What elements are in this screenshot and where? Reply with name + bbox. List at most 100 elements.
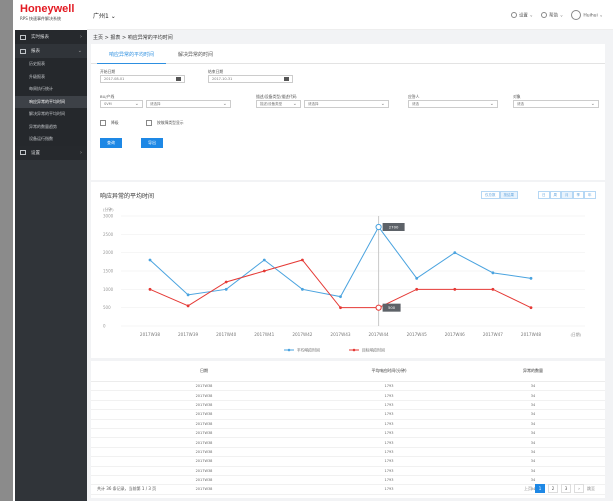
x-tick-label: 2017W42 — [292, 332, 312, 337]
data-point — [491, 271, 495, 275]
toggle-by-result[interactable]: 按结果 — [499, 191, 518, 199]
table-cell: 1793 — [384, 459, 394, 464]
query-button[interactable]: 查询 — [100, 138, 122, 148]
legend-label-1: 目标响应时间 — [362, 348, 385, 353]
period-day[interactable]: 日 — [538, 191, 550, 199]
table-cell: 34 — [530, 431, 536, 436]
checkbox-box[interactable] — [100, 120, 106, 126]
report-tabs: 响应异常的平均时间 解决异常的时间 — [91, 44, 605, 64]
table-row: 2017W38 1793 34 — [91, 391, 605, 401]
station-type-value: 描述/设备类型 — [260, 101, 283, 106]
table-cell: 2017W38 — [195, 412, 213, 417]
station-type-select[interactable]: 描述/设备类型 ⌄ — [256, 100, 301, 108]
record-summary: 共计 36 条记录，当前第 1 / 3 页 — [97, 486, 157, 491]
object-select[interactable]: 请选 ⌄ — [513, 100, 599, 108]
line-chart: (分钟) 0 500 1000 1500 2000 2500 3000 2017W38 2017W… — [103, 207, 585, 353]
table-cell: 34 — [530, 384, 536, 389]
period-month[interactable]: 月 — [561, 191, 573, 199]
x-tick-label: 2017W46 — [445, 332, 465, 337]
site-selector[interactable]: 广州1 ⌄ — [93, 11, 116, 20]
reports-submenu: 历史报表 升级报表 每周执行统计 响应异常的平均时间 解决异常的平均时间 异常的… — [15, 58, 87, 146]
submenu-item[interactable]: 设备运行指数 — [15, 133, 87, 146]
help-menu[interactable]: 帮助 ⌄ — [541, 11, 563, 18]
data-point — [415, 287, 419, 291]
submenu-item[interactable]: 解决异常的平均时间 — [15, 108, 87, 121]
sidebar-item-label: 设置 — [31, 150, 40, 156]
calendar-icon[interactable] — [176, 77, 181, 81]
filter-panel: 响应异常的平均时间 解决异常的时间 开始日期 2017-08-01 结束日期 2… — [91, 44, 605, 180]
chevron-down-icon: ⌄ — [380, 101, 385, 107]
submenu-item[interactable]: 历史报表 — [15, 58, 87, 71]
period-year[interactable]: 年 — [584, 191, 596, 199]
export-button[interactable]: 导出 — [141, 138, 163, 148]
fault-type-checkbox[interactable]: 按故障类型显示 — [146, 120, 184, 126]
chevron-down-icon: ⌄ — [292, 101, 297, 107]
topbar: 广州1 ⌄ 设置 ⌄ 帮助 ⌄ Huihui ⌄ — [87, 0, 613, 30]
line-select[interactable]: 请选择 ⌄ — [146, 100, 231, 108]
next-page[interactable]: › — [574, 484, 584, 493]
table-row: 2017W38 1793 34 — [91, 438, 605, 448]
submenu-item[interactable]: 每周执行统计 — [15, 83, 87, 96]
page-1[interactable]: 1 — [535, 484, 545, 493]
data-table: 日期 平均响应时间(分钟) 异常的数量 2017W38 1793 34 2017W38… — [91, 361, 605, 498]
page-2[interactable]: 2 — [548, 484, 558, 493]
x-tick-label: 2017W48 — [521, 332, 541, 337]
station-code-select[interactable]: 请选择 ⌄ — [304, 100, 389, 108]
data-point — [301, 258, 304, 262]
period-quarter[interactable]: 季 — [572, 191, 584, 199]
tab-response-time[interactable]: 响应异常的平均时间 — [97, 44, 167, 64]
settings-menu[interactable]: 设置 ⌄ — [510, 11, 533, 18]
pagination: 上页 1 2 3 › 跳至 — [524, 484, 595, 493]
table-cell: 1793 — [384, 431, 394, 436]
x-tick-label: 2017W39 — [178, 332, 198, 337]
x-tick-label: 2017W44 — [369, 332, 389, 337]
brand-subtitle: RPS 快速事件解决系统 — [20, 16, 62, 21]
period-week[interactable]: 周 — [549, 191, 561, 199]
checkbox-box[interactable] — [146, 120, 152, 126]
outer-frame-strip — [0, 0, 13, 501]
legend-label-0: 平均响应时间 — [297, 348, 320, 353]
table-cell: 34 — [530, 402, 536, 407]
downgrade-checkbox[interactable]: 降级 — [100, 120, 119, 126]
y-tick-label: 0 — [103, 324, 106, 329]
sidebar-item-settings[interactable]: 设置 › — [15, 145, 87, 160]
user-name: Huihui — [583, 13, 598, 19]
start-date-value: 2017-08-01 — [104, 77, 125, 81]
calendar-icon[interactable] — [284, 77, 289, 81]
table-cell: 2017W38 — [195, 421, 213, 426]
table-row: 2017W38 1793 34 — [91, 467, 605, 476]
line-select-value: 请选择 — [150, 101, 161, 106]
table-cell: 34 — [530, 459, 536, 464]
bu-select[interactable]: SVM ⌄ — [100, 100, 143, 108]
table-cell: 1793 — [384, 468, 394, 473]
jump-to[interactable]: 跳至 — [587, 486, 595, 492]
sidebar-item-realtime[interactable]: 实时报表 › — [15, 30, 87, 44]
chevron-down-icon: ⌄ — [77, 48, 82, 54]
responder-select[interactable]: 请选 ⌄ — [408, 100, 498, 108]
sidebar-item-reports[interactable]: 报表 ⌄ — [15, 44, 87, 58]
submenu-item[interactable]: 升级报表 — [15, 71, 87, 84]
x-tick-label: 2017W40 — [216, 332, 236, 337]
end-date-value: 2017-10-31 — [212, 77, 233, 81]
table-cell: 1793 — [384, 402, 394, 407]
user-menu[interactable]: Huihui ⌄ — [571, 10, 603, 20]
table-row: 2017W38 1793 34 — [91, 382, 605, 392]
main-content: 主页 > 报表 > 响应异常的平均时间 响应异常的平均时间 解决异常的时间 开始… — [87, 30, 613, 501]
submenu-item[interactable]: 异常的数量趋势 — [15, 121, 87, 134]
tab-resolve-time[interactable]: 解决异常的时间 — [166, 44, 225, 63]
submenu-item-active[interactable]: 响应异常的平均时间 — [15, 95, 87, 108]
data-point — [375, 304, 382, 311]
y-tick-label: 1500 — [103, 269, 114, 274]
avatar — [571, 10, 582, 20]
table-cell: 1793 — [384, 421, 394, 426]
toggle-total-only[interactable]: 仅总数 — [481, 191, 500, 199]
x-tick-label: 2017W38 — [140, 332, 160, 337]
data-point — [224, 280, 228, 284]
y-tick-label: 3000 — [103, 214, 114, 219]
table-cell: 2017W38 — [195, 393, 213, 398]
page-3[interactable]: 3 — [561, 484, 571, 493]
end-date-input[interactable]: 2017-10-31 — [208, 75, 293, 83]
prev-page[interactable]: 上页 — [524, 486, 532, 492]
start-date-input[interactable]: 2017-08-01 — [100, 75, 185, 83]
legend-marker-1 — [352, 348, 356, 352]
